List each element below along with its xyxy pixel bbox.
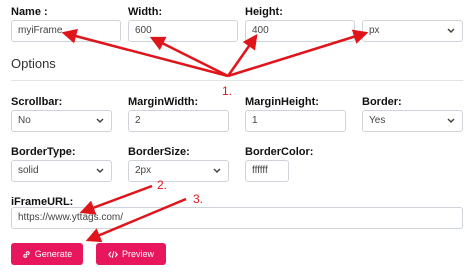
margin-width-input[interactable]: 2 [128,110,229,132]
annotation-arrow-width [149,36,229,78]
name-input[interactable]: myiFrame [11,20,121,42]
annotation-2: 2. [157,178,168,192]
scrollbar-label: Scrollbar: [11,96,63,108]
annotation-arrow-height [226,33,258,77]
generate-label: Generate [34,249,73,259]
border-size-label: BorderSize: [128,146,190,158]
border-color-input[interactable]: ffffff [245,160,289,182]
border-select[interactable]: Yes [362,110,463,132]
margin-height-input[interactable]: 1 [245,110,346,132]
unit-select[interactable]: px [362,20,463,42]
border-color-value: ffffff [252,165,268,176]
options-divider [11,80,463,81]
border-size-select[interactable]: 2px [128,160,229,182]
margin-height-label: MarginHeight: [245,96,319,108]
scrollbar-value: No [18,115,31,126]
annotation-1: 1. [222,84,233,98]
width-label: Width: [128,6,163,18]
border-type-value: solid [18,165,39,176]
border-type-label: BorderType: [11,146,76,158]
chevron-down-icon [213,168,221,174]
chevron-down-icon [447,118,455,124]
options-heading: Options [11,56,56,71]
height-label: Height: [245,6,283,18]
chevron-down-icon [96,168,104,174]
name-label: Name : [11,6,48,18]
generate-button[interactable]: Generate [11,243,83,265]
margin-width-value: 2 [135,115,141,126]
chevron-down-icon [96,118,104,124]
iframe-url-input[interactable]: https://www.yttags.com/ [11,207,463,229]
iframe-url-value: https://www.yttags.com/ [18,212,124,223]
chevron-down-icon [447,28,455,34]
preview-label: Preview [121,249,154,259]
border-value: Yes [369,115,386,126]
link-icon [23,250,30,258]
margin-width-label: MarginWidth: [128,96,199,108]
annotation-3: 3. [193,192,204,206]
border-label: Border: [362,96,402,108]
margin-height-value: 1 [252,115,258,126]
border-size-value: 2px [135,165,152,176]
scrollbar-select[interactable]: No [11,110,112,132]
width-input[interactable]: 600 [128,20,238,42]
preview-button[interactable]: Preview [96,243,166,265]
unit-value: px [369,25,380,36]
code-icon [108,250,118,258]
width-value: 600 [135,25,152,36]
border-color-label: BorderColor: [245,146,314,158]
name-value: myiFrame [18,25,63,36]
border-type-select[interactable]: solid [11,160,112,182]
height-input[interactable]: 400 [245,20,355,42]
height-value: 400 [252,25,269,36]
